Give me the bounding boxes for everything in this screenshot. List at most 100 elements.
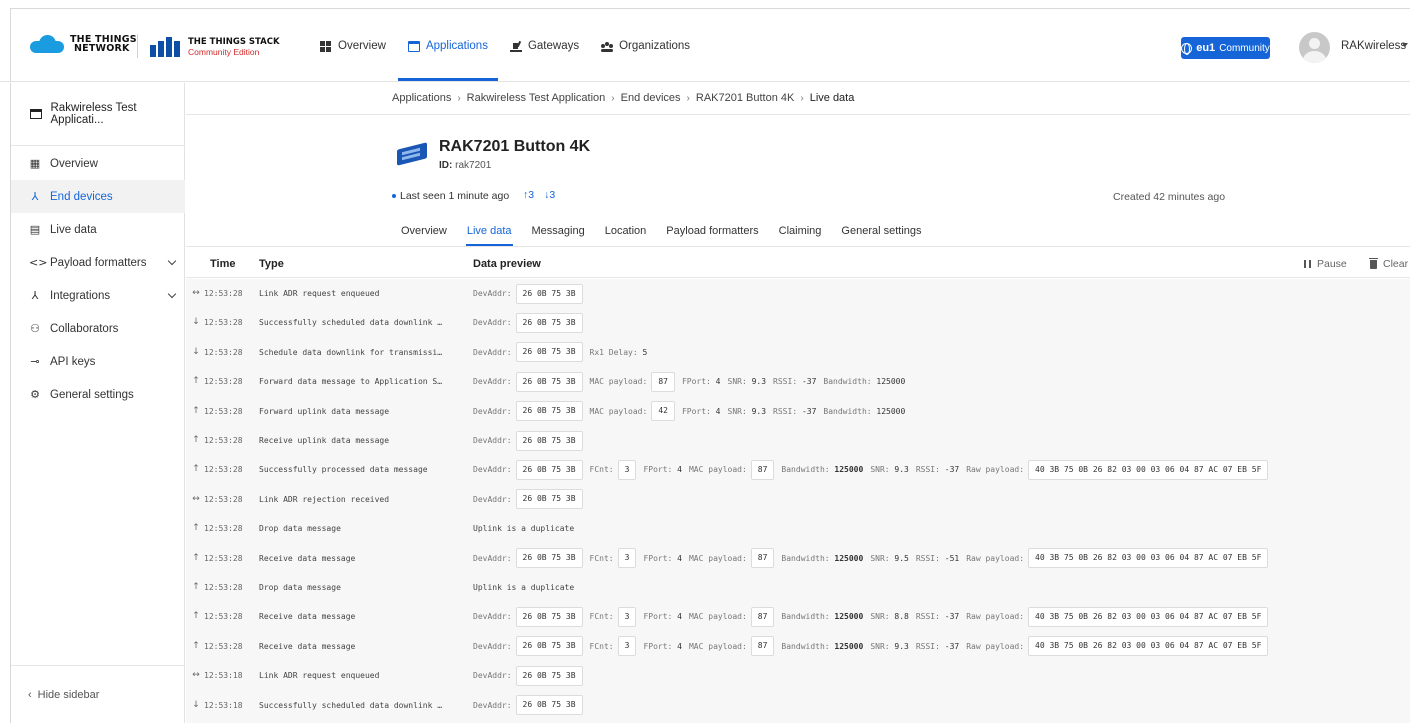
tab-payload-formatters[interactable]: Payload formatters <box>656 225 768 246</box>
caret-down-icon[interactable] <box>1402 43 1408 47</box>
breadcrumb-current: Live data <box>809 92 855 104</box>
gateway-icon <box>509 41 522 52</box>
tab-messaging[interactable]: Messaging <box>522 225 595 246</box>
nav-gateways[interactable]: Gateways <box>499 38 590 54</box>
sidebar-item-collaborators[interactable]: ⚇ Collaborators <box>11 312 185 345</box>
breadcrumb-item[interactable]: Applications <box>392 92 451 104</box>
event-time: 12:53:28 <box>204 641 243 651</box>
tab-general-settings[interactable]: General settings <box>831 225 931 246</box>
data-field: FPort: 4 <box>643 553 682 563</box>
data-field-value: -37 <box>944 612 960 622</box>
hide-sidebar-button[interactable]: ‹ Hide sidebar <box>11 665 185 723</box>
data-field: Bandwidth: 125000 <box>781 465 864 475</box>
event-type: Successfully processed data message <box>259 465 428 475</box>
event-type: Receive data message <box>259 641 356 651</box>
chevron-down-icon[interactable] <box>167 289 177 299</box>
event-row[interactable]: ↓ 12:53:18 Successfully scheduled data dow… <box>186 691 1410 720</box>
breadcrumb-item[interactable]: RAK7201 Button 4K <box>696 92 794 104</box>
data-field-value: 87 <box>651 371 675 392</box>
clear-button[interactable]: Clear <box>1369 257 1408 270</box>
avatar[interactable] <box>1299 32 1330 63</box>
device-icon <box>394 140 430 168</box>
sidebar-item-label: API keys <box>50 355 96 368</box>
event-row[interactable]: ↑ 12:53:28 Receive data message DevAddr: 26 … <box>186 544 1410 573</box>
data-field-value: 4 <box>677 553 682 563</box>
data-field-value: 40 3B 75 0B 26 82 03 00 03 06 04 87 AC 0… <box>1028 606 1269 627</box>
data-field-value: 87 <box>750 548 775 569</box>
event-row[interactable]: ↑ 12:53:28 Drop data message Uplink is a du… <box>186 573 1410 602</box>
data-field-label: DevAddr: <box>473 494 512 504</box>
traffic-counts: ↑3 ↓3 <box>523 189 555 201</box>
breadcrumb: Applications › Rakwireless Test Applicat… <box>186 82 1410 115</box>
event-row[interactable]: ↑ 12:53:28 Receive uplink data message DevA… <box>186 426 1410 455</box>
data-field-value: 26 0B 75 3B <box>515 312 583 333</box>
data-field-value: 4 <box>677 612 682 622</box>
data-field-value: 4 <box>715 377 721 387</box>
ttn-logo[interactable]: THE THINGS NETWORK <box>30 35 137 53</box>
event-row[interactable]: ↑ 12:53:28 Drop data message Uplink is a du… <box>186 514 1410 543</box>
event-data-preview: DevAddr: 26 0B 75 3B <box>473 430 590 451</box>
tab-location[interactable]: Location <box>595 225 657 246</box>
data-field-value: 3 <box>617 548 637 569</box>
event-row[interactable]: ↑ 12:53:28 Successfully processed data mes… <box>186 455 1410 484</box>
breadcrumb-item[interactable]: Rakwireless Test Application <box>467 92 606 104</box>
events-list[interactable]: ↔ 12:53:28 Link ADR request enqueued DevAdd… <box>186 279 1410 723</box>
ttn-cloud-icon <box>30 35 64 53</box>
nav-overview[interactable]: Overview <box>309 38 397 54</box>
event-row[interactable]: ↑ 12:53:28 Receive data message DevAddr: 26 … <box>186 632 1410 661</box>
nav-applications[interactable]: Applications <box>397 38 499 81</box>
data-field-value: 26 0B 75 3B <box>515 665 583 686</box>
sidebar-item-general-settings[interactable]: ⚙ General settings <box>11 378 185 411</box>
region-button[interactable]: eu1 Community <box>1181 37 1270 59</box>
event-data-preview: DevAddr: 26 0B 75 3B Rx1 Delay: 5 <box>473 342 654 363</box>
arrow-down-icon: ↓ <box>192 317 200 328</box>
sidebar-item-label: Integrations <box>50 289 111 302</box>
nav-organizations[interactable]: Organizations <box>590 38 701 54</box>
tab-overview[interactable]: Overview <box>391 225 457 246</box>
event-row[interactable]: ↑ 12:53:28 Forward data message to Applica… <box>186 367 1410 396</box>
user-name[interactable]: RAKwireless <box>1341 40 1406 52</box>
status-dot-icon <box>392 194 396 198</box>
sidebar-item-integrations[interactable]: ⅄ Integrations <box>11 279 185 312</box>
event-data-preview: Uplink is a duplicate <box>473 518 574 539</box>
data-field: Rx1 Delay: 5 <box>589 347 648 357</box>
event-row[interactable]: ↑ 12:53:28 Forward uplink data message DevA… <box>186 397 1410 426</box>
nav-overview-label: Overview <box>338 40 386 52</box>
sidebar-item-live-data[interactable]: ▤ Live data <box>11 213 185 246</box>
sidebar-item-end-devices[interactable]: ⅄ End devices <box>11 180 185 213</box>
chevron-down-icon[interactable] <box>167 256 177 266</box>
sidebar-item-api-keys[interactable]: ⊸ API keys <box>11 345 185 378</box>
event-row[interactable]: ↔ 12:53:18 Link ADR request enqueued DevAdd… <box>186 661 1410 690</box>
application-window-icon <box>407 40 420 52</box>
sidebar-item-payload-formatters[interactable]: <> Payload formatters <box>11 246 185 279</box>
event-row[interactable]: ↔ 12:53:28 Link ADR request enqueued DevAdd… <box>186 279 1410 308</box>
event-data-preview: DevAddr: 26 0B 75 3B <box>473 283 590 304</box>
data-field: RSSI: -37 <box>773 406 817 416</box>
breadcrumb-item[interactable]: End devices <box>621 92 681 104</box>
nav-organizations-label: Organizations <box>619 40 691 52</box>
data-field: Bandwidth: 125000 <box>823 377 906 387</box>
event-row[interactable]: ↓ 12:53:28 Successfully scheduled data dow… <box>186 308 1410 337</box>
data-field: FPort: 4 <box>643 465 682 475</box>
data-field-value: 26 0B 75 3B <box>515 401 583 422</box>
event-row[interactable]: ↔ 12:53:28 Link ADR rejection received DevA… <box>186 485 1410 514</box>
event-row[interactable]: ↓ 12:53:28 Schedule data downlink for tran… <box>186 338 1410 367</box>
data-field-value: 26 0B 75 3B <box>515 695 583 716</box>
event-row[interactable]: ↑ 12:53:28 Receive data message DevAddr: 26 … <box>186 602 1410 631</box>
data-field-label: DevAddr: <box>473 347 512 357</box>
event-type: Drop data message <box>259 583 341 592</box>
tts-logo[interactable]: THE THINGS STACK Community Edition <box>150 37 280 57</box>
sidebar-app-header[interactable]: Rakwireless Test Applicati... <box>11 83 185 146</box>
sidebar-item-label: General settings <box>50 388 134 401</box>
data-field-value: 26 0B 75 3B <box>515 371 583 392</box>
sidebar-item-overview[interactable]: ▦ Overview <box>11 147 185 180</box>
data-field: FPort: 4 <box>681 377 721 387</box>
tab-claiming[interactable]: Claiming <box>769 225 832 246</box>
pause-button[interactable]: Pause <box>1304 258 1347 270</box>
data-field: SNR: 9.3 <box>727 377 767 387</box>
sidebar: Rakwireless Test Applicati... ▦ Overview… <box>10 83 185 723</box>
people-icon <box>601 41 614 52</box>
data-field-value: 8.8 <box>894 612 909 622</box>
tab-live-data[interactable]: Live data <box>457 225 522 246</box>
downlink-count: ↓3 <box>544 189 556 201</box>
